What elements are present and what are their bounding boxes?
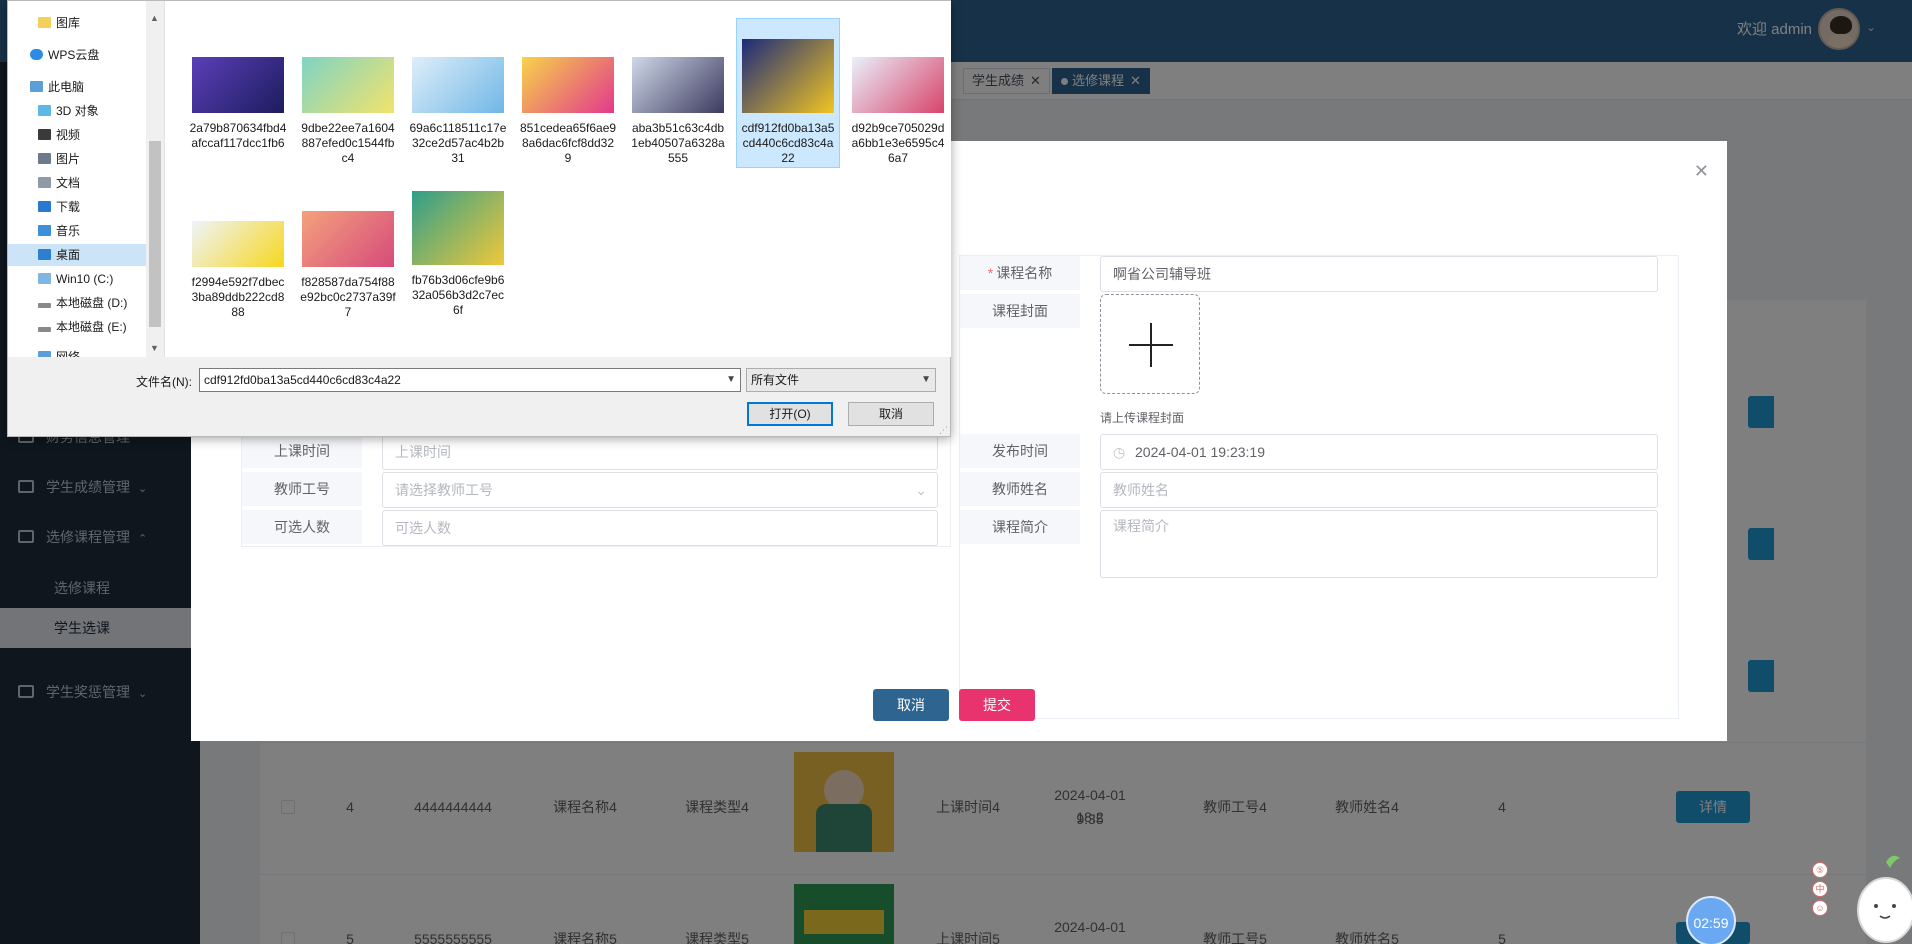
cover-hint: 请上传课程封面 (1100, 411, 1185, 425)
nav-item-videos[interactable]: 视频 (38, 124, 80, 146)
file-thumbnail (302, 211, 394, 267)
filetype-value: 所有文件 (751, 373, 800, 387)
navigation-pane: 图库 WPS云盘 此电脑 3D 对象 视频 图片 文档 下载 音乐 桌面 Win… (8, 1, 165, 357)
class-time-input[interactable]: 上课时间 (382, 434, 938, 470)
nav-item-3d-objects[interactable]: 3D 对象 (38, 100, 99, 122)
file-thumbnail (412, 191, 504, 265)
nav-item-music[interactable]: 音乐 (38, 220, 80, 242)
file-item[interactable]: 2a79b870634fbd4afccaf117dcc1fb6 (186, 57, 290, 151)
teacher-no-placeholder: 请选择教师工号 (395, 482, 493, 498)
file-thumbnail (632, 57, 724, 113)
submit-button[interactable]: 提交 (959, 689, 1035, 721)
teacher-no-select[interactable]: 请选择教师工号 ⌄ (382, 472, 938, 508)
teacher-no-label: 教师工号 (242, 472, 362, 506)
file-thumbnail (852, 57, 944, 113)
file-thumbnail (302, 57, 394, 113)
cloud-icon (30, 49, 43, 60)
file-item[interactable]: 9dbe22ee7a1604887efed0c1544fbc4 (296, 57, 400, 166)
filename-value: cdf912fd0ba13a5cd440c6cd83c4a22 (204, 373, 401, 387)
plus-icon-bar (1129, 344, 1173, 346)
widget-button-3[interactable]: ☺ (1812, 900, 1828, 916)
clock-icon: ◷ (1113, 444, 1126, 460)
publish-time-label: 发布时间 (960, 434, 1080, 468)
file-thumbnail (742, 39, 834, 113)
capacity-label: 可选人数 (242, 510, 362, 544)
close-icon[interactable]: ✕ (1694, 161, 1709, 182)
download-icon (38, 201, 51, 212)
class-time-label: 上课时间 (242, 434, 362, 468)
chevron-down-icon: ▼ (921, 374, 931, 385)
cube-icon (38, 105, 51, 116)
desktop-icon (38, 249, 51, 260)
publish-time-value: 2024-04-01 19:23:19 (1135, 444, 1265, 460)
countdown-timer[interactable]: 02:59 (1686, 896, 1736, 944)
open-button[interactable]: 打开(O) (747, 402, 833, 426)
document-icon (38, 177, 51, 188)
filename-input[interactable]: cdf912fd0ba13a5cd440c6cd83c4a22 ▼ (199, 368, 741, 392)
course-cover-label: 课程封面 (960, 294, 1080, 328)
nav-item-documents[interactable]: 文档 (38, 172, 80, 194)
nav-item-pictures[interactable]: 图片 (38, 148, 80, 170)
computer-icon (30, 81, 43, 92)
scrollbar-thumb[interactable] (149, 141, 161, 327)
nav-item-desktop[interactable]: 桌面 (38, 244, 80, 266)
teacher-name-label: 教师姓名 (960, 472, 1080, 506)
nav-item-this-pc[interactable]: 此电脑 (30, 76, 84, 98)
file-item[interactable]: 851cedea65f6ae98a6dac6fcf8dd329 (516, 57, 620, 166)
drive-icon (38, 327, 51, 332)
file-item[interactable]: aba3b51c63c4db1eb40507a6328a555 (626, 57, 730, 166)
file-grid: 2a79b870634fbd4afccaf117dcc1fb6 9dbe22ee… (165, 1, 951, 357)
scroll-up-icon[interactable]: ▲ (150, 13, 159, 23)
file-thumbnail (412, 57, 504, 113)
scroll-down-icon[interactable]: ▼ (150, 343, 159, 353)
nav-item-gallery[interactable]: 图库 (38, 12, 80, 34)
cover-upload-button[interactable] (1100, 294, 1200, 394)
nav-scrollbar[interactable]: ▲ ▼ (146, 1, 164, 357)
file-open-dialog: 图库 WPS云盘 此电脑 3D 对象 视频 图片 文档 下载 音乐 桌面 Win… (7, 0, 951, 437)
floating-toolbar: ⑤ 中 ☺ (1812, 862, 1830, 919)
file-item[interactable]: f2994e592f7dbec3ba89ddb222cd888 (186, 221, 290, 320)
nav-item-downloads[interactable]: 下载 (38, 196, 80, 218)
drive-icon (38, 303, 51, 308)
teacher-name-input[interactable]: 教师姓名 (1100, 472, 1658, 508)
file-thumbnail (192, 221, 284, 267)
file-item-selected[interactable]: cdf912fd0ba13a5cd440c6cd83c4a22 (736, 18, 840, 168)
mascot-icon[interactable] (1842, 850, 1912, 944)
widget-button-2[interactable]: 中 (1812, 881, 1828, 897)
chevron-down-icon: ⌄ (915, 482, 927, 498)
nav-item-wps-cloud[interactable]: WPS云盘 (30, 44, 99, 66)
intro-label: 课程简介 (960, 510, 1080, 544)
network-icon (38, 351, 51, 357)
nav-item-drive-d[interactable]: 本地磁盘 (D:) (38, 292, 127, 314)
resize-grip-icon[interactable]: ⋰ (939, 425, 948, 436)
file-thumbnail (192, 57, 284, 113)
filename-label: 文件名(N): (136, 375, 192, 389)
folder-icon (38, 17, 51, 28)
file-item[interactable]: d92b9ce705029da6bb1e3e6595c46a7 (846, 57, 950, 166)
widget-button-1[interactable]: ⑤ (1812, 862, 1828, 878)
cancel-button[interactable]: 取消 (873, 689, 949, 721)
file-thumbnail (522, 57, 614, 113)
course-name-label: * 课程名称 (960, 256, 1080, 290)
capacity-input[interactable]: 可选人数 (382, 510, 938, 546)
music-icon (38, 225, 51, 236)
file-item[interactable]: f828587da754f88e92bc0c2737a39f7 (296, 211, 400, 320)
intro-textarea[interactable]: 课程简介 (1100, 510, 1658, 578)
chevron-down-icon[interactable]: ▼ (726, 369, 736, 391)
drive-icon (38, 273, 51, 284)
nav-item-drive-c[interactable]: Win10 (C:) (38, 268, 113, 290)
video-icon (38, 129, 51, 140)
dialog-cancel-button[interactable]: 取消 (848, 402, 934, 426)
filetype-select[interactable]: 所有文件 ▼ (746, 368, 936, 392)
nav-item-network[interactable]: 网络 (38, 346, 80, 357)
file-item[interactable]: 69a6c118511c17e32ce2d57ac4b2b31 (406, 57, 510, 166)
course-name-input[interactable]: 啊省公司辅导班 (1100, 256, 1658, 292)
file-item[interactable]: fb76b3d06cfe9b632a056b3d2c7ec6f (406, 191, 510, 318)
publish-time-input[interactable]: ◷ 2024-04-01 19:23:19 (1100, 434, 1658, 470)
picture-icon (38, 153, 51, 164)
nav-item-drive-e[interactable]: 本地磁盘 (E:) (38, 316, 127, 338)
